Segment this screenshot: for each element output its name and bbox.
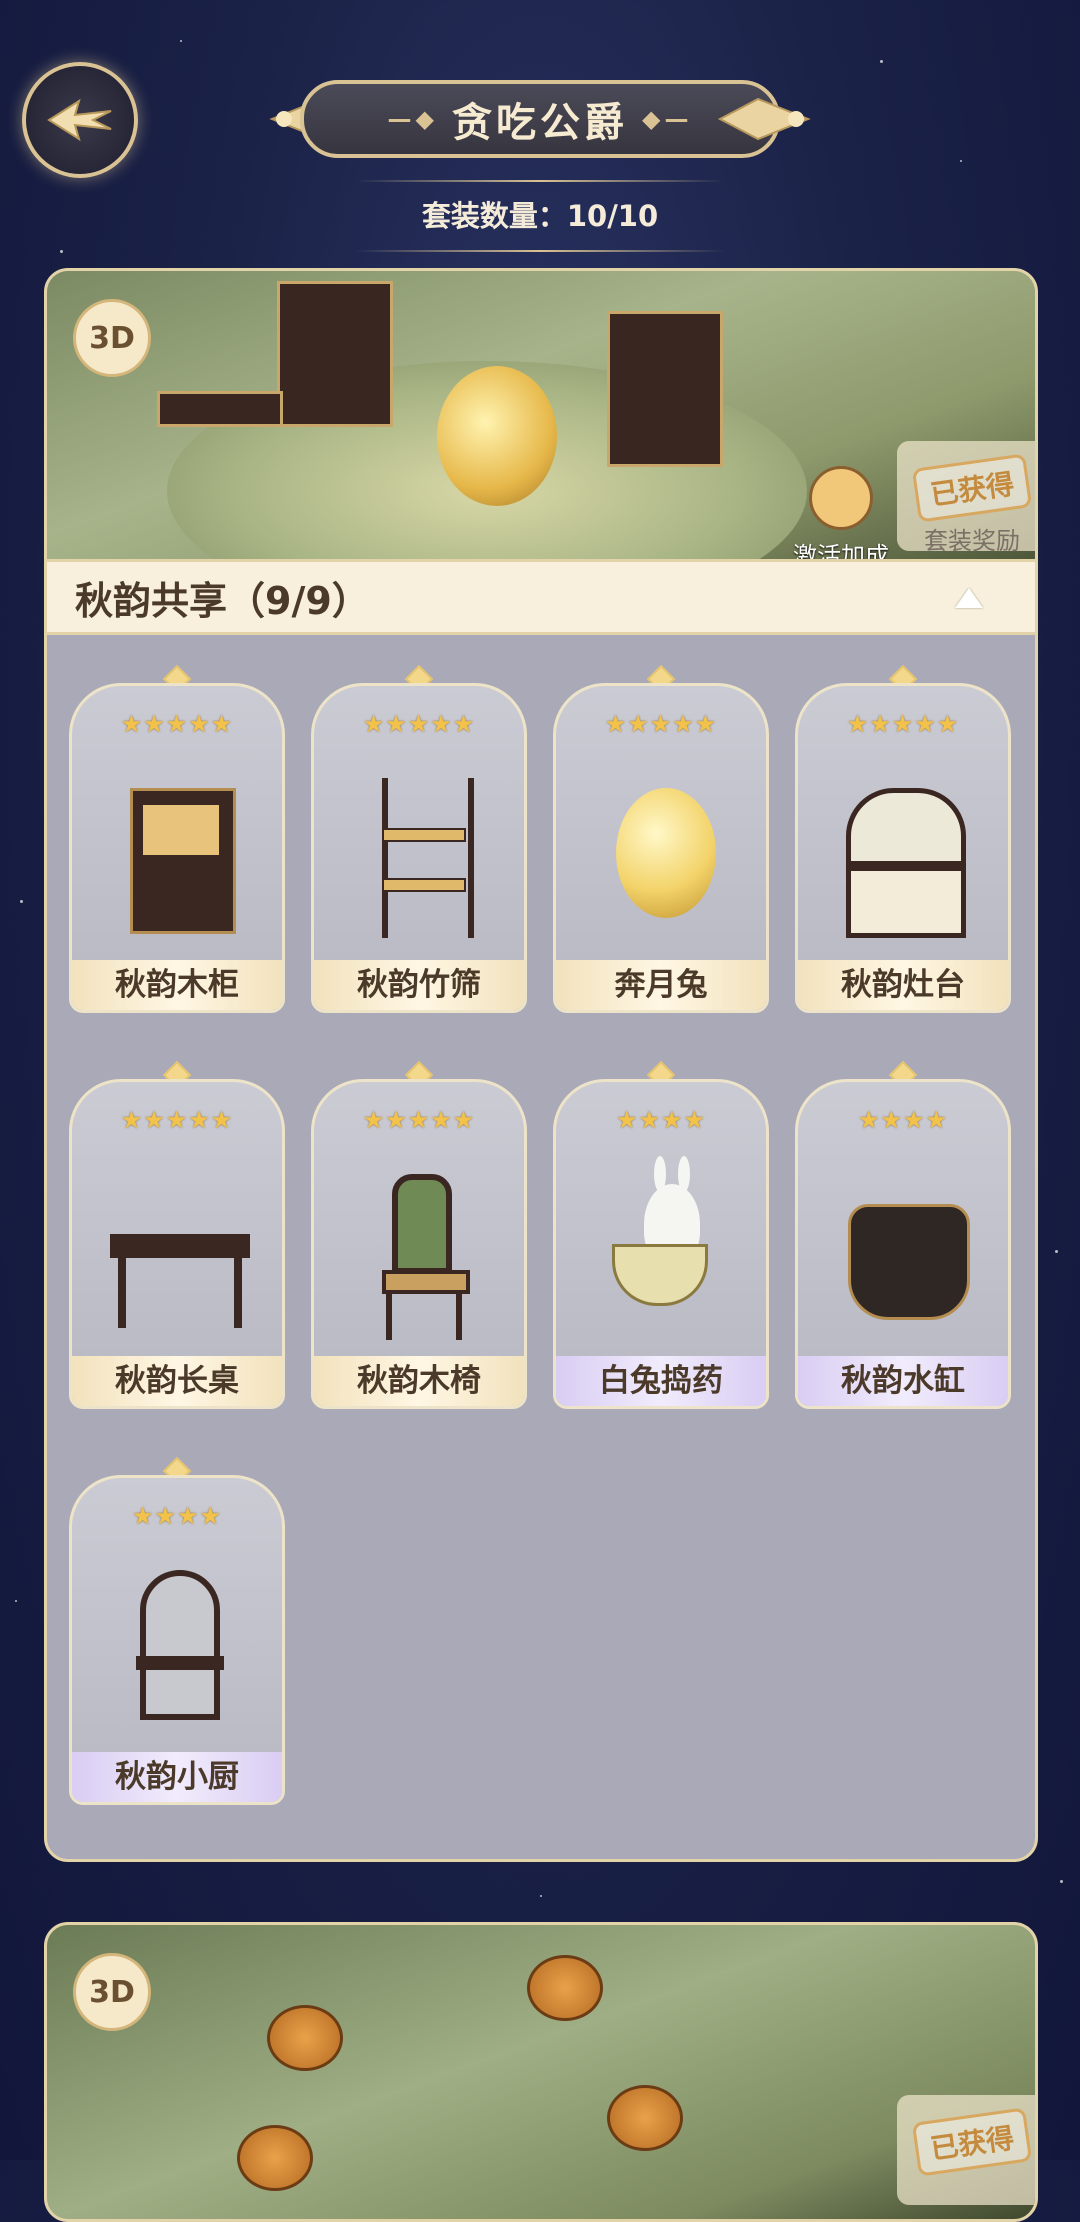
view-3d-button[interactable]: 3D	[73, 1953, 151, 2031]
scene-moon-rabbit	[437, 366, 557, 506]
scene-mooncake-drum	[527, 1955, 603, 2021]
scene-mooncake-drum	[267, 2005, 343, 2071]
rating-stars: ★★★★	[615, 1106, 707, 1134]
item-name: 秋韵木柜	[72, 960, 282, 1010]
rating-stars: ★★★★★	[362, 1106, 476, 1134]
background-star	[1055, 1250, 1058, 1253]
background-star	[540, 1895, 542, 1897]
scene-table	[157, 391, 283, 427]
set-count-text: 套装数量：10/10	[421, 199, 659, 233]
bamboo-sieve-rack-image	[352, 778, 492, 938]
card-body: ★★★★★ 秋韵木柜	[69, 683, 285, 1013]
long-table-image	[110, 1174, 250, 1334]
small-kitchen-image	[110, 1570, 250, 1730]
background-star	[960, 160, 962, 162]
item-card[interactable]: ★★★★ 秋韵小厨	[69, 1453, 285, 1805]
background-star	[20, 900, 23, 903]
moon-rabbit-image	[594, 778, 734, 938]
rating-stars: ★★★★★	[604, 710, 718, 738]
item-card[interactable]: ★★★★★ 秋韵长桌	[69, 1057, 285, 1409]
scene-cabinet	[607, 311, 723, 467]
set-reward-button[interactable]: 已获得 套装奖励	[897, 441, 1035, 555]
card-body: ★★★★★ 秋韵长桌	[69, 1079, 285, 1409]
card-body: ★★★★★ 秋韵灶台	[795, 683, 1011, 1013]
set-preview-banner[interactable]: 3D 激活加成 已获得 套装奖励	[47, 271, 1035, 621]
card-body: ★★★★ 秋韵水缸	[795, 1079, 1011, 1409]
card-body: ★★★★★ 秋韵竹筛	[311, 683, 527, 1013]
item-card[interactable]: ★★★★★ 奔月兔	[553, 661, 769, 1013]
collapse-arrow-icon	[955, 588, 983, 608]
rating-stars: ★★★★★	[846, 710, 960, 738]
card-body: ★★★★★ 奔月兔	[553, 683, 769, 1013]
item-name: 秋韵木椅	[314, 1356, 524, 1406]
furniture-set-panel: 3D 激活加成 已获得 套装奖励 秋韵共享（9/9） ★★★★★ 秋韵木柜 ★★…	[44, 268, 1038, 1862]
item-name: 秋韵小厨	[72, 1752, 282, 1802]
water-jar-image	[836, 1174, 976, 1334]
background-star	[15, 1600, 17, 1602]
rating-stars: ★★★★	[857, 1106, 949, 1134]
item-card[interactable]: ★★★★★ 秋韵灶台	[795, 661, 1011, 1013]
title-dash-left: —◆	[387, 105, 438, 133]
rabbit-mortar-image	[594, 1156, 734, 1334]
card-body: ★★★★★ 秋韵木椅	[311, 1079, 527, 1409]
item-card[interactable]: ★★★★ 白兔捣药	[553, 1057, 769, 1409]
wooden-chair-image	[352, 1174, 492, 1340]
divider	[355, 250, 725, 252]
set-count-box: 套装数量：10/10	[355, 180, 725, 254]
card-body: ★★★★ 白兔捣药	[553, 1079, 769, 1409]
view-3d-button[interactable]: 3D	[73, 299, 151, 377]
background-star	[60, 250, 63, 253]
item-card[interactable]: ★★★★ 秋韵水缸	[795, 1057, 1011, 1409]
rating-stars: ★★★★★	[120, 1106, 234, 1134]
obtained-stamp: 已获得	[911, 453, 1033, 523]
page-title-text: 贪吃公爵	[452, 100, 628, 146]
scene-mooncake-drum	[237, 2125, 313, 2191]
scene-mooncake-drum	[607, 2085, 683, 2151]
item-name: 白兔捣药	[556, 1356, 766, 1406]
set-collection-title: 秋韵共享（9/9）	[75, 578, 370, 623]
background-star	[880, 60, 883, 63]
item-name: 秋韵水缸	[798, 1356, 1008, 1406]
item-name: 秋韵竹筛	[314, 960, 524, 1010]
page-title: —◆ 贪吃公爵 ◆—	[300, 80, 780, 158]
scene-cabinet	[277, 281, 393, 427]
item-card[interactable]: ★★★★★ 秋韵木椅	[311, 1057, 527, 1409]
set-reward-button[interactable]: 已获得	[897, 2095, 1035, 2205]
item-name: 奔月兔	[556, 960, 766, 1010]
title-dash-right: ◆—	[642, 105, 693, 133]
card-body: ★★★★ 秋韵小厨	[69, 1475, 285, 1805]
bonus-avatar-icon	[809, 466, 873, 530]
obtained-stamp: 已获得	[911, 2107, 1033, 2177]
set-reward-label: 套装奖励	[924, 527, 1020, 555]
rating-stars: ★★★★★	[120, 710, 234, 738]
background-star	[180, 40, 182, 42]
rating-stars: ★★★★	[131, 1502, 223, 1530]
activate-bonus-button[interactable]: 激活加成	[777, 466, 905, 570]
item-name: 秋韵灶台	[798, 960, 1008, 1010]
second-set-preview-banner[interactable]: 3D 已获得	[44, 1922, 1038, 2222]
item-card[interactable]: ★★★★★ 秋韵竹筛	[311, 661, 527, 1013]
title-right-ornament-icon	[718, 97, 811, 141]
background-star	[1060, 1880, 1063, 1883]
back-arrow-icon	[47, 98, 112, 142]
back-button[interactable]	[22, 62, 138, 178]
set-collapse-toggle[interactable]: 秋韵共享（9/9）	[47, 559, 1035, 635]
item-card[interactable]: ★★★★★ 秋韵木柜	[69, 661, 285, 1013]
wooden-cabinet-image	[110, 778, 250, 938]
stove-image	[836, 778, 976, 938]
item-name: 秋韵长桌	[72, 1356, 282, 1406]
rating-stars: ★★★★★	[362, 710, 476, 738]
